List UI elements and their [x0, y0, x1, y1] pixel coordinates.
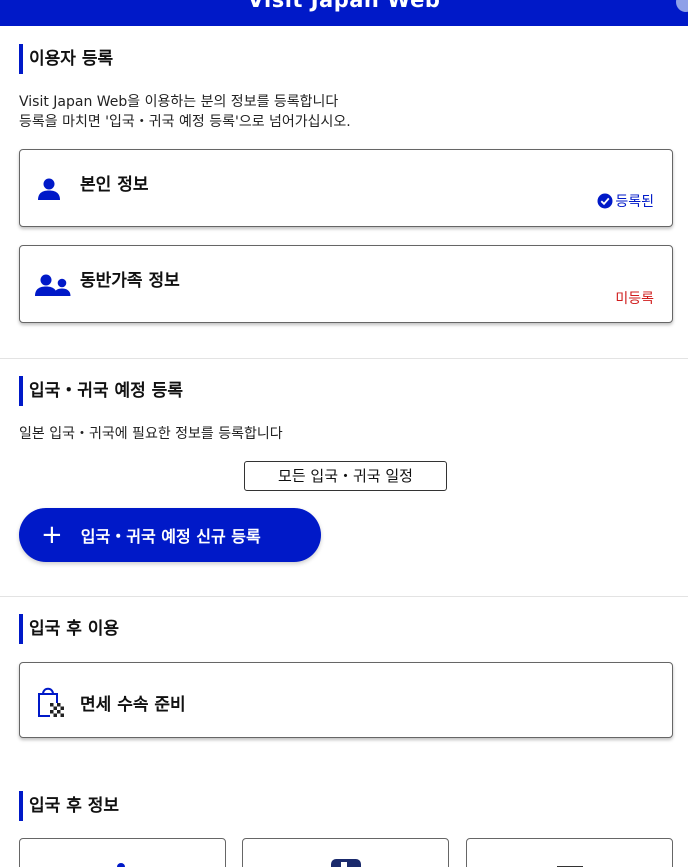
- app-header: Visit Japan Web: [0, 0, 688, 26]
- user-registration-desc-line1: Visit Japan Web을 이용하는 분의 정보를 등록합니다: [19, 94, 339, 110]
- section-title-user-registration: 이용자 등록: [19, 44, 113, 74]
- status-badge-registered: 등록된: [597, 191, 654, 211]
- new-schedule-button[interactable]: + 입국・귀국 예정 신규 등록: [19, 508, 321, 562]
- tax-free-bag-icon: [34, 683, 70, 723]
- section-title-after-entry-use: 입국 후 이용: [19, 614, 119, 644]
- plus-icon: +: [41, 520, 63, 550]
- section-divider: [0, 596, 688, 597]
- card-my-info[interactable]: 본인 정보 등록된: [19, 149, 673, 227]
- person-icon: [34, 176, 64, 206]
- device-icon: [331, 859, 361, 867]
- card-my-info-label: 본인 정보: [80, 175, 149, 195]
- info-card-3[interactable]: [466, 838, 673, 867]
- status-badge-unregistered: 미등록: [615, 291, 654, 307]
- status-registered-text: 등록된: [615, 194, 654, 210]
- user-registration-desc-line2: 등록을 마치면 '입국・귀국 예정 등록'으로 넘어가십시오.: [19, 114, 351, 130]
- section-title-entry-schedule: 입국・귀국 예정 등록: [19, 376, 183, 406]
- family-icon: [34, 272, 72, 302]
- section-divider: [0, 358, 688, 359]
- entry-schedule-description: 일본 입국・귀국에 필요한 정보를 등록합니다: [19, 426, 283, 442]
- card-tax-free-label: 면세 수속 준비: [80, 695, 186, 715]
- info-card-2[interactable]: [242, 838, 449, 867]
- new-schedule-button-label: 입국・귀국 예정 신규 등록: [80, 527, 261, 546]
- section-title-after-entry-info: 입국 후 정보: [19, 791, 119, 821]
- user-registration-description: Visit Japan Web을 이용하는 분의 정보를 등록합니다 등록을 마…: [19, 92, 351, 132]
- card-tax-free[interactable]: 면세 수속 준비: [19, 662, 673, 738]
- header-title: Visit Japan Web: [247, 0, 441, 12]
- logo-icon: [557, 866, 583, 867]
- card-family-info[interactable]: 동반가족 정보 미등록: [19, 245, 673, 323]
- info-card-1[interactable]: [19, 838, 226, 867]
- all-schedules-button[interactable]: 모든 입국・귀국 일정: [244, 461, 447, 491]
- card-family-info-label: 동반가족 정보: [80, 271, 180, 291]
- check-circle-icon: [597, 193, 613, 209]
- person-icon: [117, 863, 125, 867]
